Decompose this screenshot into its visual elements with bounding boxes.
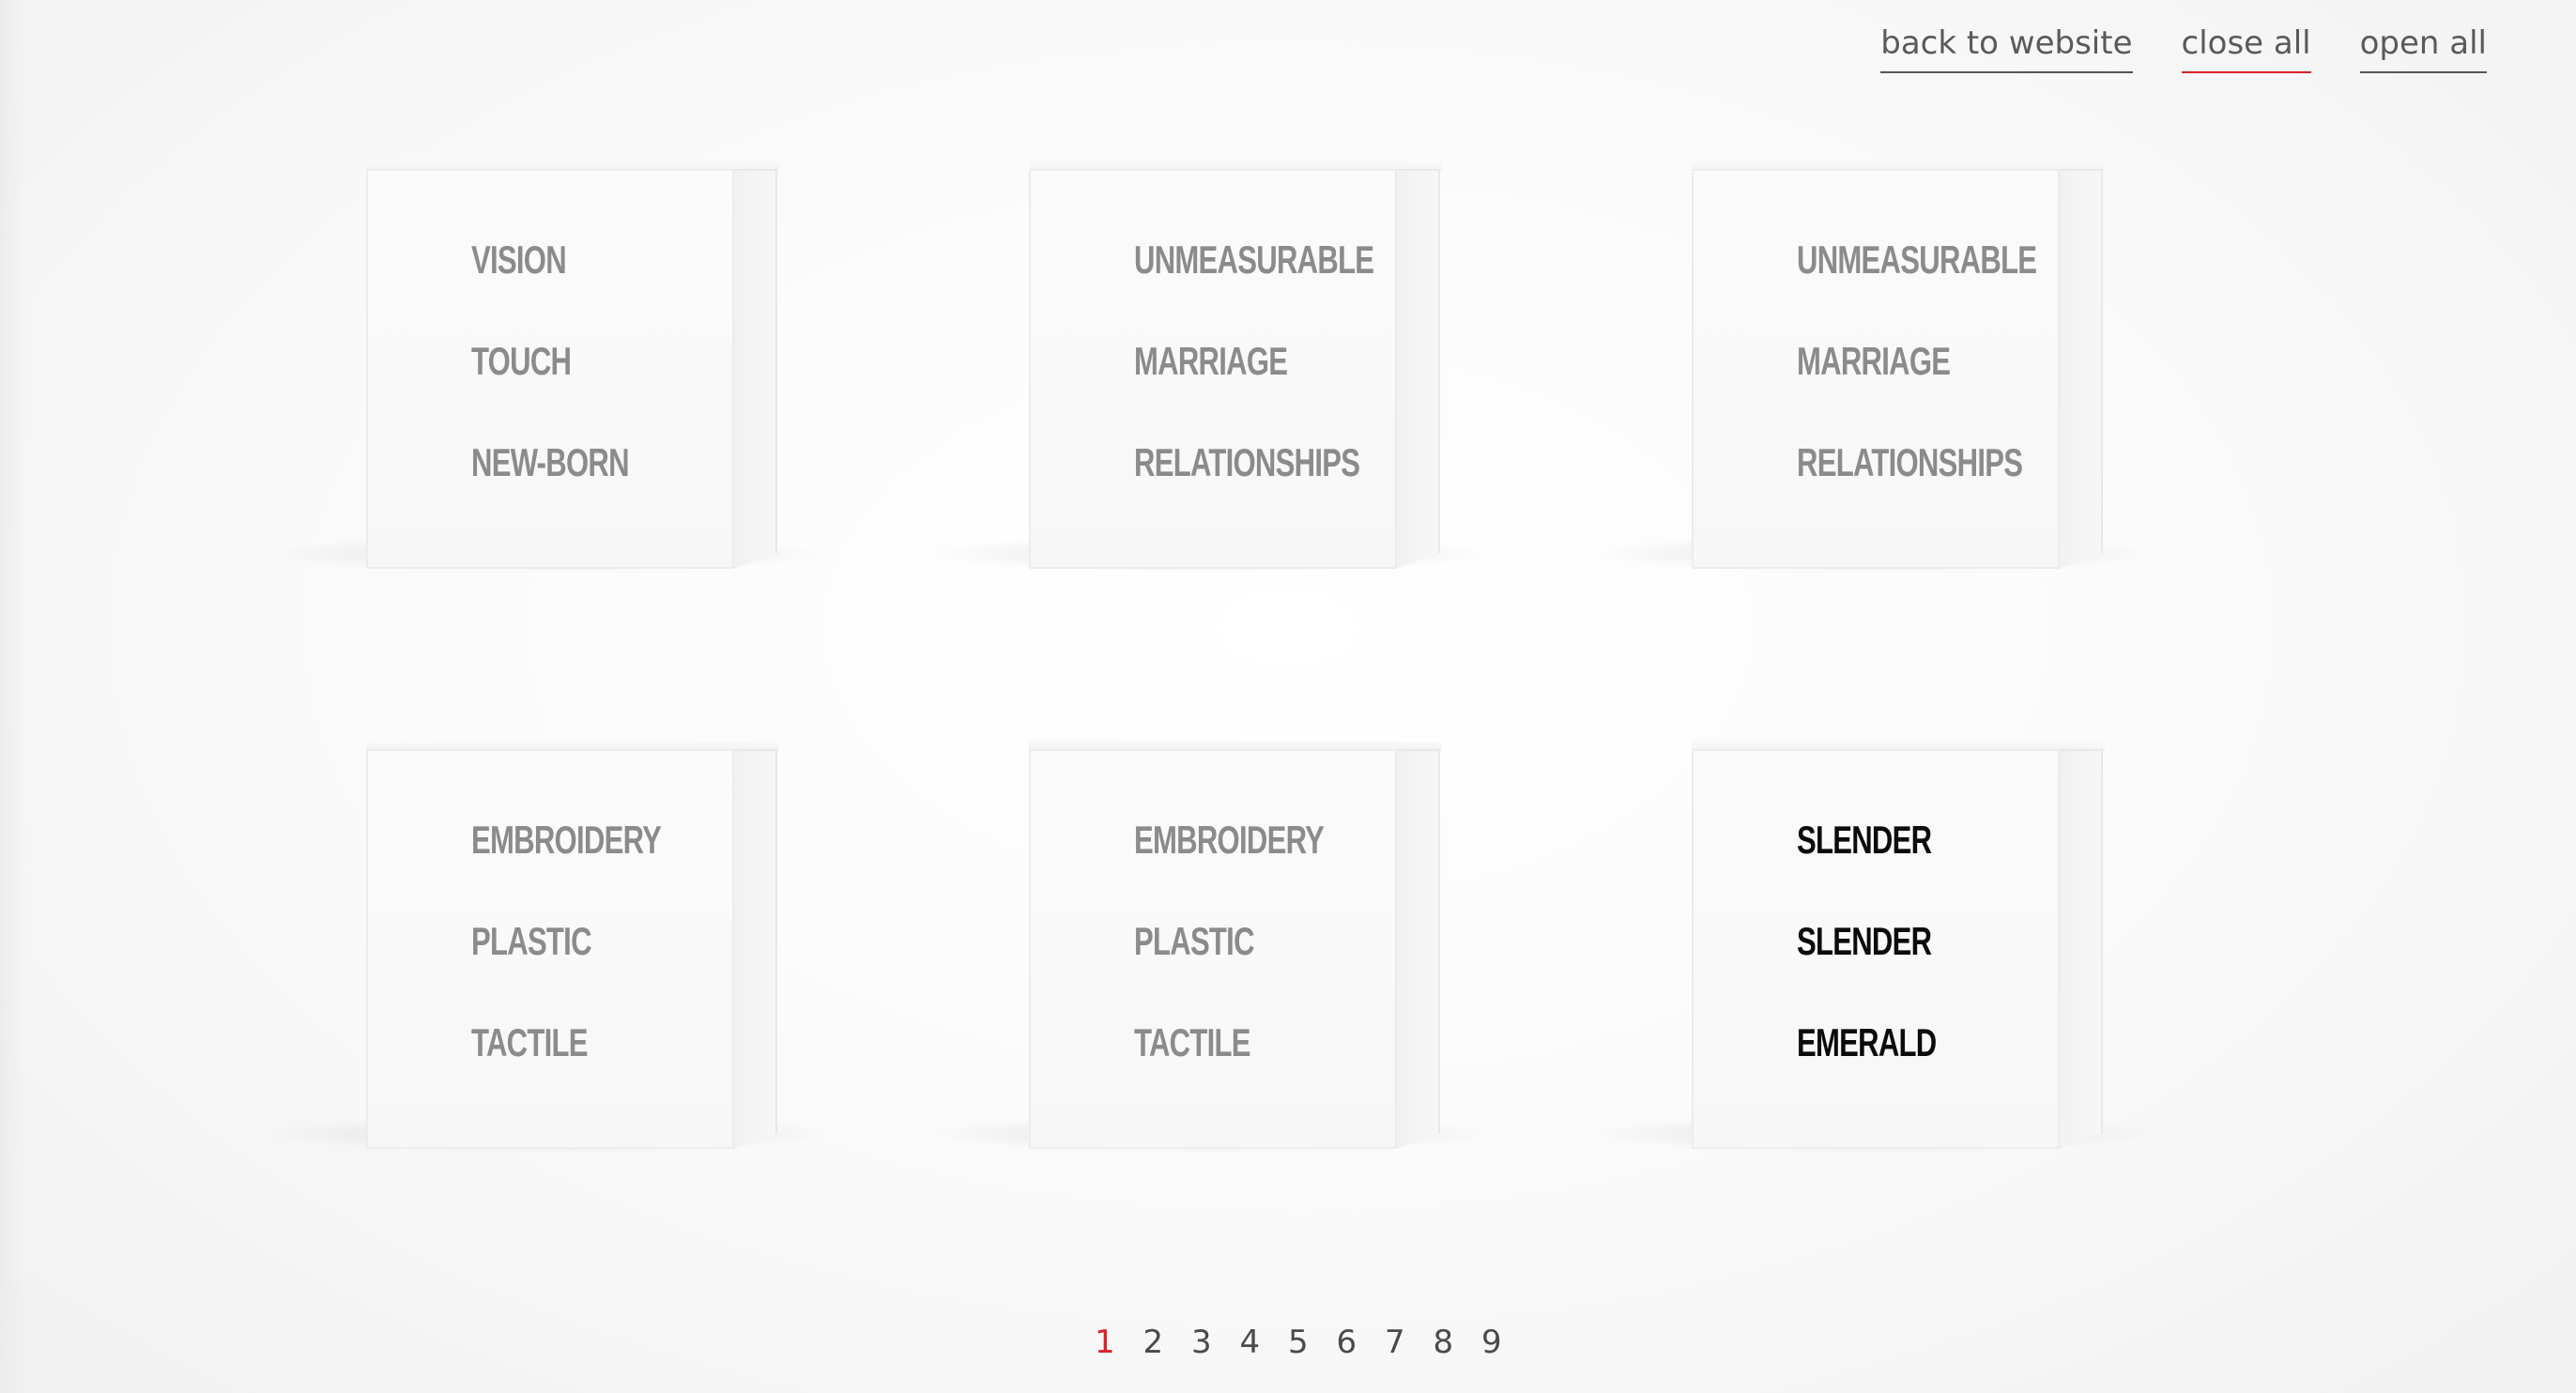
- pagination: 1 2 3 4 5 6 7 8 9: [1095, 1324, 1530, 1361]
- box-word: MARRIAGE: [1797, 339, 1951, 383]
- page-6-link[interactable]: 6: [1337, 1324, 1386, 1361]
- box-front-face: UNMEASURABLE MARRIAGE RELATIONSHIPS: [1692, 169, 2060, 569]
- box-front-face: EMBROIDERY PLASTIC TACTILE: [366, 749, 734, 1149]
- word-box-5[interactable]: EMBROIDERY PLASTIC TACTILE: [935, 739, 1489, 1162]
- word-box-1[interactable]: VISION TOUCH NEW-BORN: [272, 159, 826, 582]
- box-side-face: [1395, 749, 1440, 1149]
- box-word: TACTILE: [1134, 1020, 1250, 1064]
- box-word: SLENDER: [1797, 919, 1932, 963]
- box-word: MARRIAGE: [1134, 339, 1288, 383]
- box-word: EMBROIDERY: [471, 818, 662, 862]
- box-word: NEW-BORN: [471, 440, 630, 484]
- page-9-link[interactable]: 9: [1481, 1324, 1530, 1361]
- word-box-2[interactable]: UNMEASURABLE MARRIAGE RELATIONSHIPS: [935, 159, 1489, 582]
- box-word-list: SLENDER SLENDER EMERALD: [1797, 813, 1986, 1070]
- box-word-list: UNMEASURABLE MARRIAGE RELATIONSHIPS: [1134, 233, 1458, 490]
- box-word: EMERALD: [1797, 1020, 1937, 1064]
- box-word-list: EMBROIDERY PLASTIC TACTILE: [471, 813, 728, 1070]
- box-word: EMBROIDERY: [1134, 818, 1325, 862]
- page-1-link[interactable]: 1: [1095, 1324, 1143, 1361]
- box-side-face: [2058, 749, 2103, 1149]
- box-word: SLENDER: [1797, 818, 1932, 862]
- page: back to website close all open all VISIO…: [0, 0, 2576, 1393]
- page-2-link[interactable]: 2: [1143, 1324, 1192, 1361]
- box-word-list: UNMEASURABLE MARRIAGE RELATIONSHIPS: [1797, 233, 2121, 490]
- close-all-link[interactable]: close all: [2181, 24, 2311, 73]
- page-3-link[interactable]: 3: [1191, 1324, 1240, 1361]
- box-word: RELATIONSHIPS: [1797, 440, 2023, 484]
- box-word: PLASTIC: [471, 919, 592, 963]
- top-nav: back to website close all open all: [1880, 24, 2487, 73]
- word-box-3[interactable]: UNMEASURABLE MARRIAGE RELATIONSHIPS: [1598, 159, 2152, 582]
- box-word: UNMEASURABLE: [1134, 237, 1374, 282]
- box-side-face: [732, 169, 777, 569]
- box-front-face: VISION TOUCH NEW-BORN: [366, 169, 734, 569]
- word-box-4[interactable]: EMBROIDERY PLASTIC TACTILE: [272, 739, 826, 1162]
- box-side-face: [732, 749, 777, 1149]
- edge-shade: [0, 0, 26, 1393]
- box-word: VISION: [471, 237, 567, 282]
- open-all-link[interactable]: open all: [2359, 24, 2487, 73]
- box-word: RELATIONSHIPS: [1134, 440, 1360, 484]
- box-front-face: SLENDER SLENDER EMERALD: [1692, 749, 2060, 1149]
- page-5-link[interactable]: 5: [1288, 1324, 1337, 1361]
- page-8-link[interactable]: 8: [1434, 1324, 1482, 1361]
- box-word-list: EMBROIDERY PLASTIC TACTILE: [1134, 813, 1390, 1070]
- page-4-link[interactable]: 4: [1240, 1324, 1289, 1361]
- box-front-face: UNMEASURABLE MARRIAGE RELATIONSHIPS: [1029, 169, 1397, 569]
- back-to-website-link[interactable]: back to website: [1880, 24, 2133, 73]
- word-box-6[interactable]: SLENDER SLENDER EMERALD: [1598, 739, 2152, 1162]
- box-word: PLASTIC: [1134, 919, 1255, 963]
- box-word: TACTILE: [471, 1020, 588, 1064]
- box-front-face: EMBROIDERY PLASTIC TACTILE: [1029, 749, 1397, 1149]
- box-word: UNMEASURABLE: [1797, 237, 2037, 282]
- box-word: TOUCH: [471, 339, 572, 383]
- page-7-link[interactable]: 7: [1385, 1324, 1434, 1361]
- box-word-list: VISION TOUCH NEW-BORN: [471, 233, 684, 490]
